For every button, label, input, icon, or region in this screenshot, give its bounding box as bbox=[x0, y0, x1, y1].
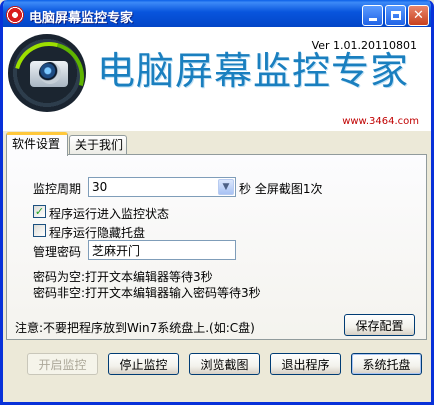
banner: 电脑屏幕监控专家 Ver 1.01.20110801 www.3464.com bbox=[3, 27, 431, 131]
save-config-button[interactable]: 保存配置 bbox=[344, 314, 415, 336]
period-label: 监控周期 bbox=[33, 182, 82, 196]
period-suffix: 秒 全屏截图1次 bbox=[239, 182, 323, 196]
app-window: 电脑屏幕监控专家 ✕ 电脑屏幕监控专家 Ver 1.01.20110801 ww… bbox=[0, 0, 434, 405]
window-title: 电脑屏幕监控专家 bbox=[29, 11, 134, 26]
hide-tray-checkbox[interactable] bbox=[33, 224, 46, 237]
exit-program-button[interactable]: 退出程序 bbox=[270, 353, 341, 375]
password-label: 管理密码 bbox=[33, 245, 82, 259]
camera-logo-icon bbox=[3, 29, 97, 125]
close-button[interactable]: ✕ bbox=[408, 5, 429, 26]
close-icon: ✕ bbox=[413, 8, 424, 23]
maximize-button[interactable] bbox=[385, 5, 406, 26]
hint-nonempty-password: 密码非空:打开文本编辑器输入密码等待3秒 bbox=[33, 286, 261, 300]
maximize-icon bbox=[390, 11, 401, 20]
period-value: 30 bbox=[92, 180, 108, 194]
minimize-icon bbox=[368, 18, 377, 21]
website-url: www.3464.com bbox=[342, 116, 419, 127]
stop-monitor-button[interactable]: 停止监控 bbox=[108, 353, 179, 375]
browse-screenshots-button[interactable]: 浏览截图 bbox=[189, 353, 260, 375]
password-input[interactable]: 芝麻开门 bbox=[88, 240, 236, 260]
system-disk-note: 注意:不要把程序放到Win7系统盘上.(如:C盘) bbox=[15, 321, 255, 335]
auto-monitor-checkbox[interactable]: ✓ bbox=[33, 205, 46, 218]
settings-panel: 监控周期 30 ▼ 秒 全屏截图1次 ✓ 程序运行进入监控状态 程序运行隐藏托盘… bbox=[6, 154, 427, 340]
auto-monitor-label[interactable]: 程序运行进入监控状态 bbox=[49, 205, 169, 222]
title-bar[interactable]: 电脑屏幕监控专家 ✕ bbox=[3, 0, 431, 30]
camera-lens-icon bbox=[39, 62, 61, 84]
app-icon[interactable] bbox=[6, 6, 24, 24]
tab-about-us[interactable]: 关于我们 bbox=[69, 135, 127, 155]
hide-tray-label[interactable]: 程序运行隐藏托盘 bbox=[49, 224, 145, 241]
hint-empty-password: 密码为空:打开文本编辑器等待3秒 bbox=[33, 270, 213, 284]
minimize-button[interactable] bbox=[362, 5, 383, 26]
version-label: Ver 1.01.20110801 bbox=[311, 39, 417, 52]
system-tray-button[interactable]: 系统托盘 bbox=[351, 353, 422, 375]
chevron-down-icon[interactable]: ▼ bbox=[218, 179, 234, 195]
start-monitor-button[interactable]: 开启监控 bbox=[27, 353, 98, 375]
tab-software-settings[interactable]: 软件设置 bbox=[6, 132, 68, 156]
period-select[interactable]: 30 ▼ bbox=[88, 177, 236, 197]
